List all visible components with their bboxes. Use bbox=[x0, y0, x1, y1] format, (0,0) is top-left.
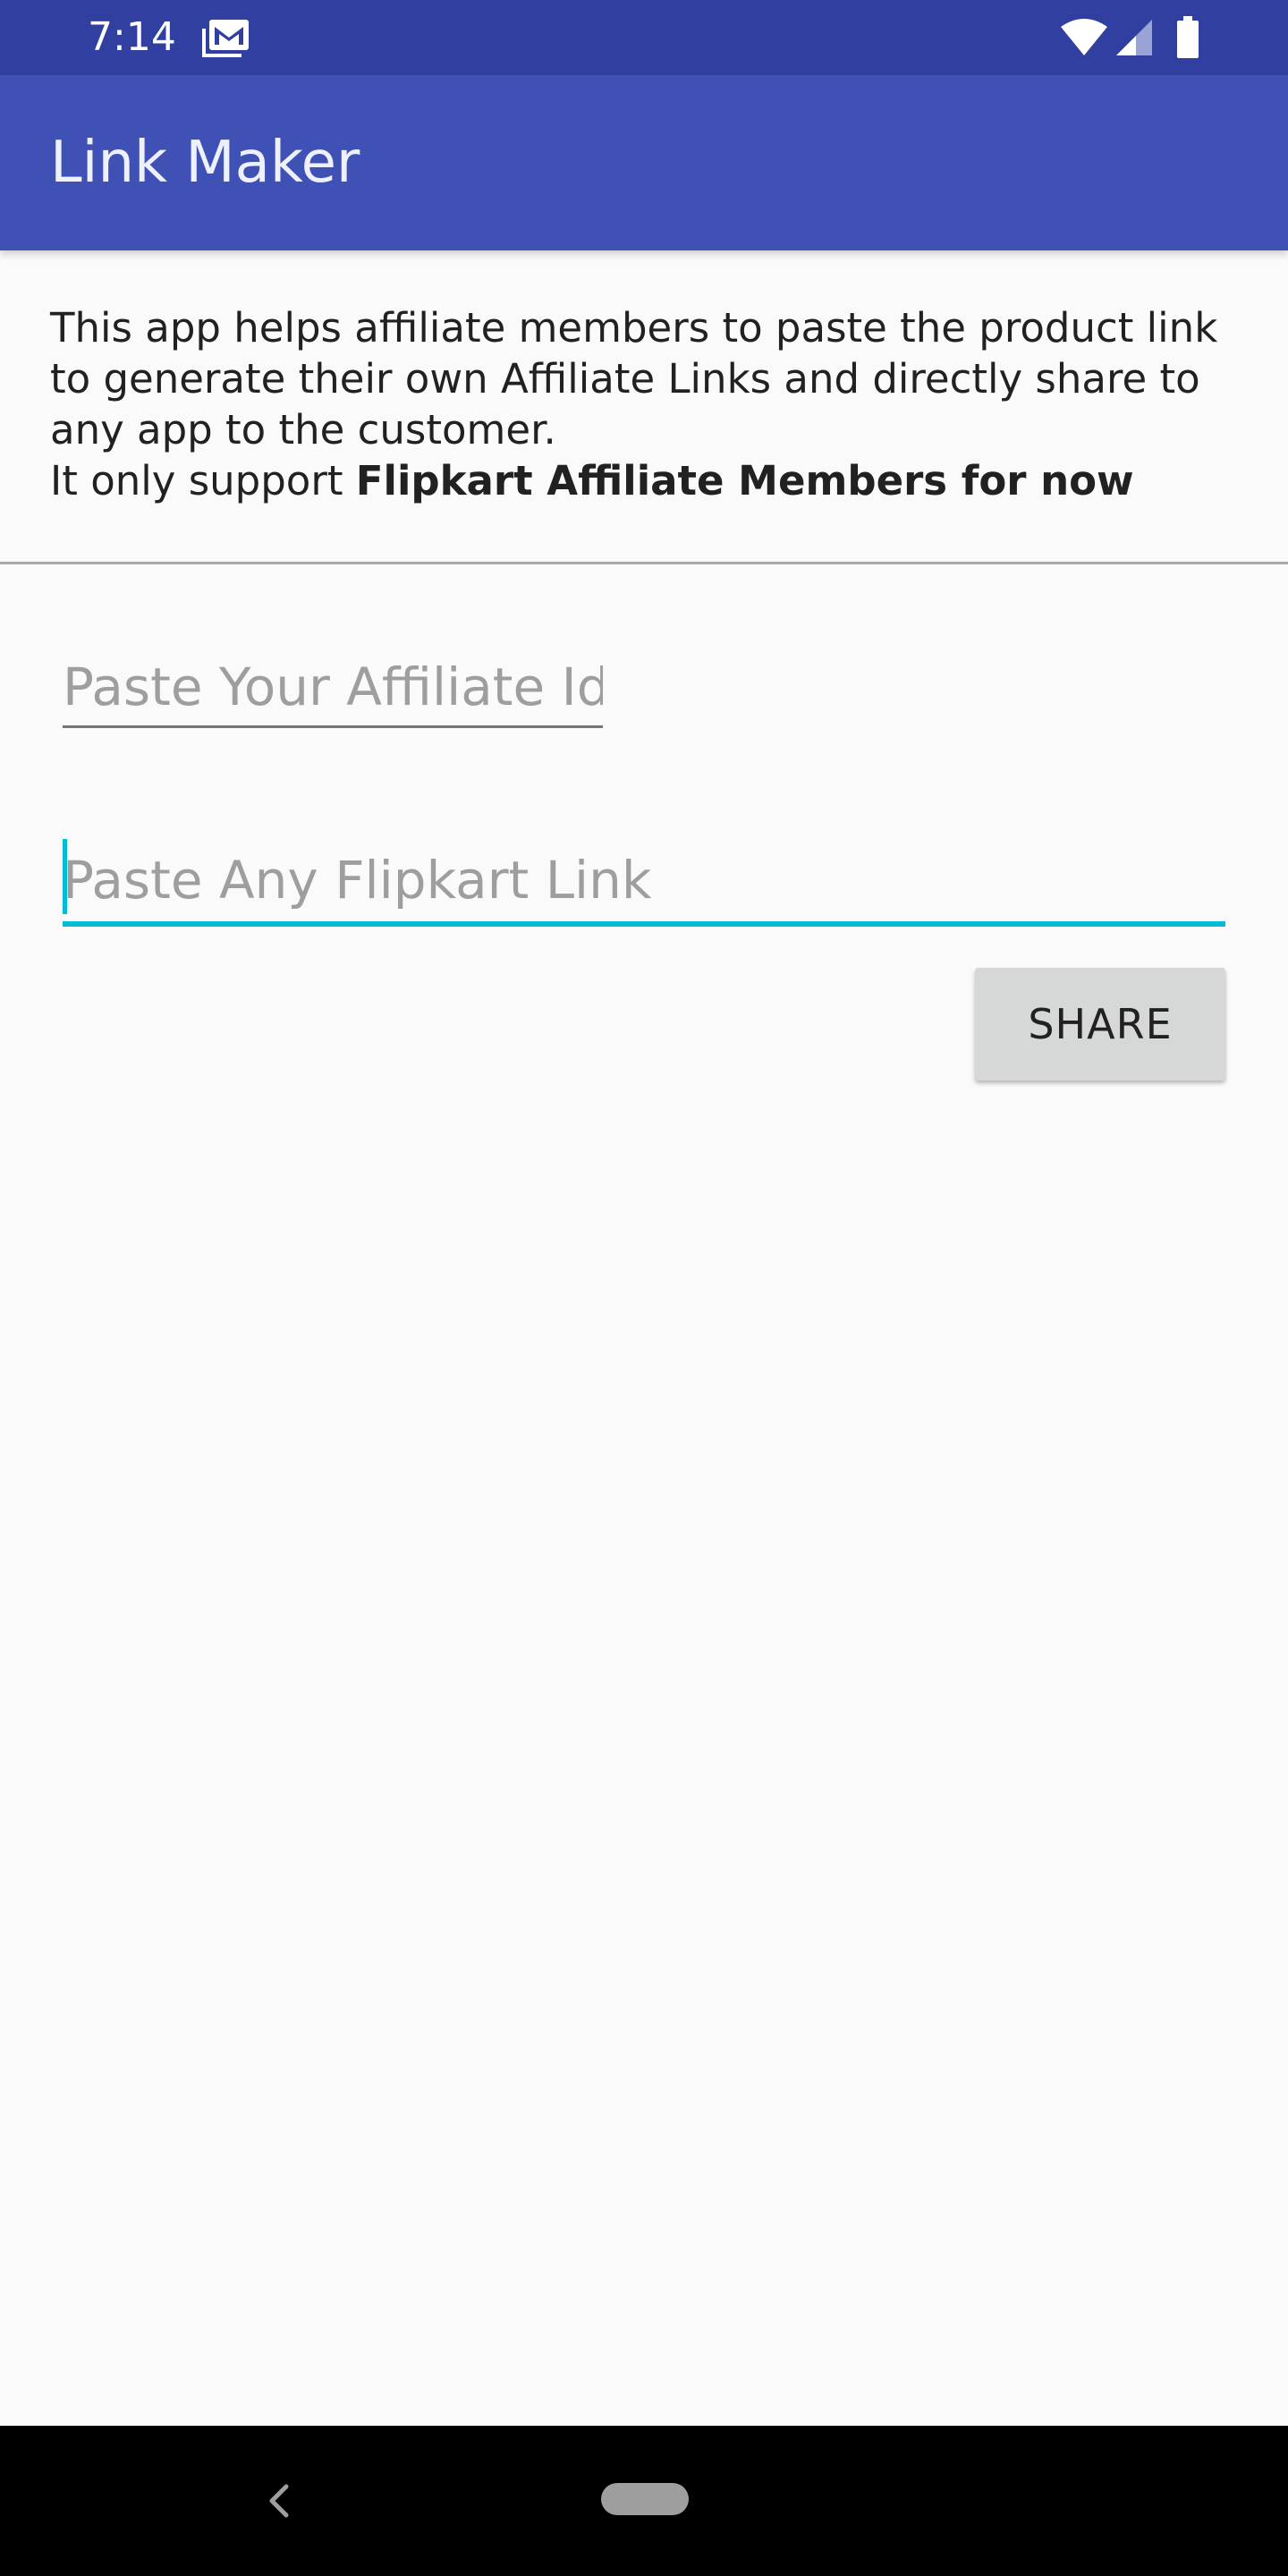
description-intro: This app helps affiliate members to past… bbox=[50, 304, 1218, 453]
signal-icon bbox=[1116, 20, 1152, 55]
back-icon[interactable] bbox=[259, 2479, 299, 2522]
description-support-bold: Flipkart Affiliate Members for now bbox=[355, 457, 1134, 504]
wifi-icon bbox=[1061, 19, 1107, 55]
app-description: This app helps affiliate members to past… bbox=[50, 302, 1249, 506]
text-cursor bbox=[63, 839, 67, 914]
divider bbox=[0, 562, 1288, 564]
gmail-icon bbox=[202, 20, 249, 57]
status-bar: 7:14 bbox=[0, 0, 1288, 75]
status-time: 7:14 bbox=[88, 14, 176, 60]
home-pill[interactable] bbox=[601, 2483, 689, 2515]
app-bar: Link Maker bbox=[0, 75, 1288, 250]
battery-icon bbox=[1177, 16, 1199, 58]
share-button[interactable]: SHARE bbox=[975, 968, 1225, 1080]
app-title: Link Maker bbox=[50, 130, 360, 196]
affiliate-id-input[interactable] bbox=[63, 648, 603, 728]
flipkart-link-input[interactable] bbox=[63, 839, 1225, 927]
screen: 7:14 Link Maker This app helps affiliate… bbox=[0, 0, 1288, 2576]
description-support-prefix: It only support bbox=[50, 457, 356, 504]
